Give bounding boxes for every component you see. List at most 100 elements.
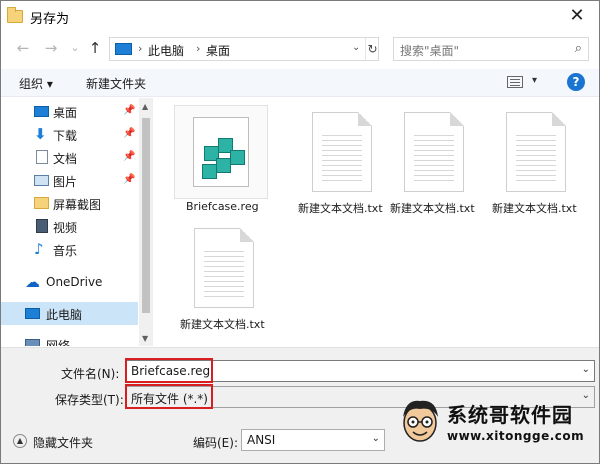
recent-locations-button[interactable]: ⌄ xyxy=(65,38,85,58)
file-item-txt[interactable]: 新建文本文档.txt xyxy=(374,98,475,228)
folder-icon xyxy=(34,197,49,209)
scroll-down-arrow[interactable]: ▼ xyxy=(142,334,148,343)
file-name: 新建文本文档.txt xyxy=(180,318,265,331)
title-bar: 另存为 ✕ xyxy=(1,1,599,33)
pin-icon[interactable]: 📌 xyxy=(123,128,135,139)
chevron-up-icon[interactable]: ▲ xyxy=(13,434,27,448)
file-item-txt[interactable]: 新建文本文档.txt xyxy=(282,98,383,228)
view-dropdown-caret[interactable]: ▾ xyxy=(532,75,537,86)
documents-icon xyxy=(36,150,48,164)
window-title: 另存为 xyxy=(30,12,70,27)
encoding-select[interactable]: ANSI ⌄ xyxy=(241,429,385,451)
registry-cube xyxy=(216,158,231,173)
watermark-mascot-logo xyxy=(403,400,438,442)
watermark-title: 系统哥软件园 xyxy=(447,403,573,427)
registry-cube xyxy=(230,150,245,165)
sidebar-item-downloads[interactable]: ⬇ 下载 📌 xyxy=(1,123,138,146)
chevron-right-icon: › xyxy=(138,42,143,55)
search-box[interactable]: 搜索"桌面" ⌕ xyxy=(393,37,589,61)
sidebar-item-label: 下载 xyxy=(53,129,78,143)
chevron-down-icon[interactable]: ⌄ xyxy=(372,433,380,444)
save-as-dialog: 另存为 ✕ ← → ⌄ ↑ › 此电脑 › 桌面 ⌄ ↻ 搜索"桌面" ⌕ 组织… xyxy=(0,0,600,464)
pin-icon[interactable]: 📌 xyxy=(123,151,135,162)
up-button[interactable]: ↑ xyxy=(85,38,105,58)
chevron-down-icon[interactable]: ⌄ xyxy=(582,390,590,401)
chevron-right-icon: › xyxy=(196,42,201,55)
watermark-url: www.xitongge.com xyxy=(447,429,585,443)
organize-button[interactable]: 组织 ▾ xyxy=(19,75,53,92)
pc-icon xyxy=(25,308,40,319)
download-icon: ⬇ xyxy=(34,125,47,143)
pictures-icon xyxy=(34,175,49,186)
folder-icon xyxy=(7,7,23,23)
sidebar-item-label: 此电脑 xyxy=(46,308,83,322)
registry-file-icon xyxy=(193,117,249,187)
sidebar-item-documents[interactable]: 文档 📌 xyxy=(1,146,138,169)
back-button[interactable]: ← xyxy=(13,38,33,58)
search-input[interactable]: 搜索"桌面" xyxy=(400,42,459,59)
navigation-bar: ← → ⌄ ↑ › 此电脑 › 桌面 ⌄ ↻ 搜索"桌面" ⌕ xyxy=(1,33,599,65)
text-lines xyxy=(204,247,244,301)
onedrive-icon: ☁ xyxy=(25,273,40,291)
music-icon: ♪ xyxy=(34,240,44,258)
pin-icon[interactable]: 📌 xyxy=(123,174,135,185)
sidebar-item-label: 屏幕截图 xyxy=(53,198,102,212)
view-options-icon[interactable] xyxy=(507,76,523,88)
text-lines xyxy=(322,131,362,185)
chevron-down-icon[interactable]: ⌄ xyxy=(352,42,360,53)
filetype-label: 保存类型(T): xyxy=(55,393,124,407)
close-button[interactable]: ✕ xyxy=(555,1,599,31)
sidebar-item-videos[interactable]: 视频 xyxy=(1,215,138,238)
sidebar-item-music[interactable]: ♪ 音乐 xyxy=(1,238,138,261)
file-name: 新建文本文档.txt xyxy=(492,202,577,215)
text-file-icon xyxy=(312,112,372,192)
new-folder-button[interactable]: 新建文件夹 xyxy=(86,75,146,92)
network-icon xyxy=(25,339,40,346)
filename-label: 文件名(N): xyxy=(61,367,120,381)
breadcrumb-desktop[interactable]: 桌面 xyxy=(206,42,230,59)
help-icon[interactable]: ? xyxy=(567,73,585,91)
sidebar-item-label: 音乐 xyxy=(53,244,78,258)
text-file-icon xyxy=(404,112,464,192)
text-file-icon xyxy=(506,112,566,192)
sidebar-item-label: 桌面 xyxy=(53,106,78,120)
file-list: Briefcase.reg 新建文本文档.txt 新建文本文档.txt 新建文本… xyxy=(154,98,599,346)
sidebar-item-label: OneDrive xyxy=(46,275,103,289)
sidebar-item-label: 视频 xyxy=(53,221,78,235)
sidebar-item-label: 图片 xyxy=(53,175,78,189)
breadcrumb-this-pc[interactable]: 此电脑 xyxy=(148,42,184,59)
address-bar[interactable]: › 此电脑 › 桌面 ⌄ ↻ xyxy=(109,37,379,61)
sidebar-item-desktop[interactable]: 桌面 📌 xyxy=(1,100,138,123)
sidebar-item-onedrive[interactable]: ☁ OneDrive xyxy=(1,271,138,294)
chevron-down-icon[interactable]: ⌄ xyxy=(582,364,590,375)
scrollbar-thumb[interactable] xyxy=(142,118,150,313)
text-lines xyxy=(414,131,454,185)
forward-button[interactable]: → xyxy=(41,38,61,58)
text-file-icon xyxy=(194,228,254,308)
videos-icon xyxy=(36,219,48,233)
file-item-txt[interactable]: 新建文本文档.txt xyxy=(476,98,577,228)
command-toolbar: 组织 ▾ 新建文件夹 ▾ ? xyxy=(1,69,599,97)
navigation-pane: 桌面 📌 ⬇ 下载 📌 文档 📌 图片 📌 屏幕截图 视频 ♪ 音乐 ☁ One… xyxy=(1,98,153,346)
hide-folders-button[interactable]: 隐藏文件夹 xyxy=(33,434,93,451)
sidebar-scrollbar[interactable]: ▲ ▼ xyxy=(139,98,152,346)
sidebar-item-pictures[interactable]: 图片 📌 xyxy=(1,169,138,192)
search-icon: ⌕ xyxy=(574,41,582,56)
encoding-value: ANSI xyxy=(247,433,276,447)
text-lines xyxy=(516,131,556,185)
file-item-txt[interactable]: 新建文本文档.txt xyxy=(166,214,265,344)
highlight-box xyxy=(125,358,213,383)
sidebar-item-this-pc[interactable]: 此电脑 xyxy=(1,302,138,325)
encoding-label: 编码(E): xyxy=(193,436,238,450)
scroll-up-arrow[interactable]: ▲ xyxy=(142,102,148,111)
sidebar-item-label: 文档 xyxy=(53,152,78,166)
file-item-reg[interactable]: Briefcase.reg xyxy=(154,98,289,228)
pc-icon xyxy=(115,43,132,55)
sidebar-item-screenshots[interactable]: 屏幕截图 xyxy=(1,192,138,215)
highlight-box xyxy=(125,384,213,409)
sidebar-item-label: 网络 xyxy=(46,339,71,346)
sidebar-item-network[interactable]: 网络 xyxy=(1,333,138,346)
pin-icon[interactable]: 📌 xyxy=(123,105,135,116)
refresh-icon[interactable]: ↻ xyxy=(365,38,379,60)
desktop-icon xyxy=(34,106,49,117)
